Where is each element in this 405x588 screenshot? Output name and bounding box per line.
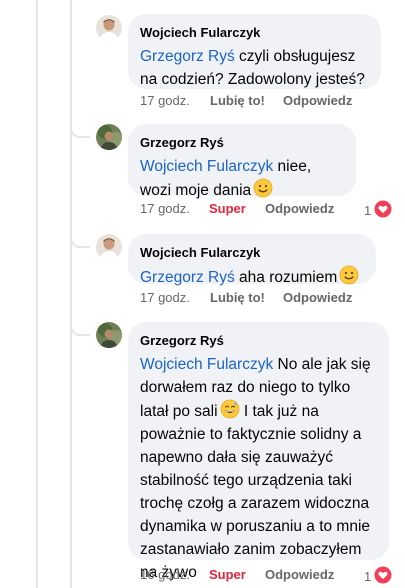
- person-avatar-icon: [96, 322, 122, 348]
- smiley-emoji-icon: [253, 178, 273, 198]
- comment-time[interactable]: 16 godz.: [140, 566, 190, 584]
- comment-time[interactable]: 17 godz.: [140, 92, 190, 110]
- thread-connector: [70, 316, 90, 336]
- comment-actions: 16 godz. Super Odpowiedz: [140, 566, 400, 584]
- comment-author[interactable]: Wojciech Fularczyk: [140, 24, 369, 41]
- comment-text: Wojciech Fularczyk niee, wozi moje dania: [140, 158, 312, 199]
- comment-actions: 17 godz. Lubię to! Odpowiedz: [140, 92, 380, 110]
- grinning-sweat-emoji-icon: [220, 399, 239, 419]
- comment-actions: 17 godz. Lubię to! Odpowiedz: [140, 289, 380, 307]
- reaction-count: 1: [364, 569, 372, 584]
- comment-text: Grzegorz Ryś aha rozumiem: [140, 265, 364, 289]
- reply-button[interactable]: Odpowiedz: [283, 289, 352, 307]
- like-button[interactable]: Super: [209, 566, 246, 584]
- comment-bubble: Grzegorz Ryś Wojciech Fularczyk niee, wo…: [128, 124, 356, 199]
- comment-author[interactable]: Grzegorz Ryś: [140, 134, 344, 151]
- reaction-summary[interactable]: 1: [364, 566, 392, 584]
- comment-text: Grzegorz Ryś czyli obsługujesz na codzie…: [140, 48, 365, 88]
- mention-link[interactable]: Wojciech Fularczyk: [140, 158, 273, 175]
- thread-connector: [70, 118, 90, 138]
- like-button[interactable]: Super: [209, 200, 246, 218]
- reaction-summary[interactable]: 1: [364, 200, 392, 218]
- avatar[interactable]: [96, 15, 122, 41]
- person-avatar-icon: [96, 124, 122, 150]
- thread-connector: [70, 228, 90, 248]
- person-avatar-icon: [96, 234, 122, 260]
- thread-line: [36, 0, 38, 588]
- mention-link[interactable]: Wojciech Fularczyk: [140, 356, 273, 373]
- comment-text: Wojciech Fularczyk No ale jak się dorwał…: [140, 356, 371, 581]
- smiley-emoji-icon: [339, 265, 359, 285]
- comment-author[interactable]: Grzegorz Ryś: [140, 332, 377, 349]
- thread-line: [70, 0, 72, 588]
- reaction-count: 1: [364, 203, 372, 218]
- comment-time[interactable]: 17 godz.: [140, 200, 190, 218]
- comment-bubble: Wojciech Fularczyk Grzegorz Ryś czyli ob…: [128, 14, 381, 89]
- comment-time[interactable]: 17 godz.: [140, 289, 190, 307]
- like-button[interactable]: Lubię to!: [210, 92, 265, 110]
- heart-icon: [374, 200, 392, 218]
- avatar[interactable]: [96, 124, 122, 150]
- mention-link[interactable]: Grzegorz Ryś: [140, 48, 235, 65]
- reply-button[interactable]: Odpowiedz: [283, 92, 352, 110]
- comment-bubble: Grzegorz Ryś Wojciech Fularczyk No ale j…: [128, 322, 389, 581]
- comment-actions: 17 godz. Super Odpowiedz: [140, 200, 400, 218]
- heart-icon: [374, 566, 392, 584]
- avatar[interactable]: [96, 234, 122, 260]
- reply-button[interactable]: Odpowiedz: [265, 566, 334, 584]
- comment-author[interactable]: Wojciech Fularczyk: [140, 244, 364, 261]
- comment-bubble: Wojciech Fularczyk Grzegorz Ryś aha rozu…: [128, 234, 376, 286]
- mention-link[interactable]: Grzegorz Ryś: [140, 269, 235, 286]
- person-avatar-icon: [96, 15, 122, 41]
- avatar[interactable]: [96, 322, 122, 348]
- reply-button[interactable]: Odpowiedz: [265, 200, 334, 218]
- like-button[interactable]: Lubię to!: [210, 289, 265, 307]
